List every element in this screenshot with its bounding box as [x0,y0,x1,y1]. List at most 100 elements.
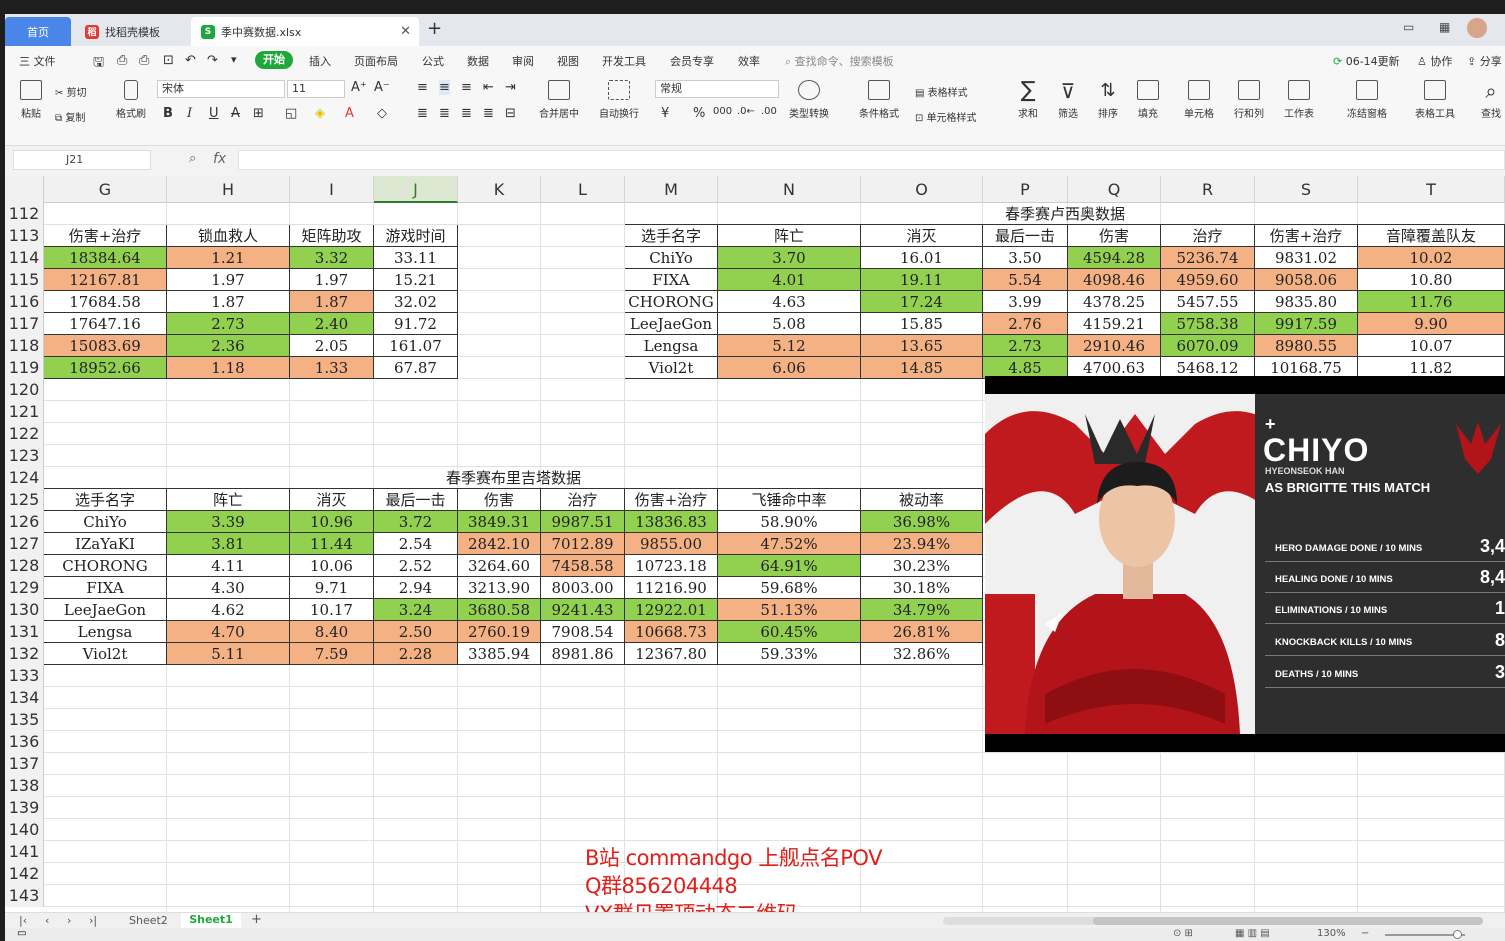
menu-data[interactable]: 数据 [467,53,489,69]
column-header-O[interactable]: O [861,176,983,203]
align-center-icon[interactable]: ≣ [439,106,450,121]
table3-cell[interactable]: 5.11 [167,643,290,665]
column-header-T[interactable]: T [1358,176,1505,203]
table3-cell[interactable]: 60.45% [718,621,861,643]
row-header-122[interactable]: 122 [5,423,44,445]
thousands-icon[interactable]: 000 [713,106,732,117]
table1-cell[interactable]: 67.87 [374,357,458,379]
type-convert-button[interactable]: 类型转换 [783,80,835,120]
strikethrough-icon[interactable]: A [231,106,240,121]
table2-cell[interactable]: 11.76 [1358,291,1505,313]
table2-cell[interactable]: 4098.46 [1068,269,1161,291]
table3-cell[interactable]: 7458.58 [541,555,625,577]
italic-icon[interactable]: I [187,106,192,121]
table3-cell[interactable]: 9.71 [290,577,374,599]
align-right-icon[interactable]: ≣ [461,106,472,121]
table2-header-cell[interactable]: 阵亡 [718,225,861,247]
table3-cell[interactable]: 2.50 [374,621,458,643]
row-header-118[interactable]: 118 [5,335,44,357]
table3-cell[interactable]: 9241.43 [541,599,625,621]
table3-cell[interactable]: FIXA [44,577,167,599]
table3-cell[interactable]: 3264.60 [458,555,541,577]
close-tab-icon[interactable]: ✕ [400,24,411,39]
align-top-icon[interactable]: ≡ [417,80,428,95]
row-header-138[interactable]: 138 [5,775,44,797]
tab-home[interactable]: 首页 [5,17,71,46]
tab-file[interactable]: S 季中赛数据.xlsx ✕ [191,17,419,46]
table3-cell[interactable]: CHORONG [44,555,167,577]
row-header-120[interactable]: 120 [5,379,44,401]
table1-cell[interactable]: 15.21 [374,269,458,291]
table1-header-cell[interactable]: 游戏时间 [374,225,458,247]
table1-cell[interactable]: 32.02 [374,291,458,313]
zoom-out-icon[interactable]: − [1361,928,1369,939]
save-icon[interactable]: 🖫 [93,53,104,75]
underline-icon[interactable]: U [209,106,219,121]
row-header-141[interactable]: 141 [5,841,44,863]
select-all-corner[interactable] [5,176,44,203]
window-layout-icon[interactable]: ▭ [1403,20,1414,34]
quick-access-dropdown-icon[interactable]: ▾ [231,53,237,66]
table2-header-cell[interactable]: 消灭 [861,225,983,247]
table3-cell[interactable]: 2.54 [374,533,458,555]
table1-cell[interactable]: 2.40 [290,313,374,335]
row-header-128[interactable]: 128 [5,555,44,577]
table2-cell[interactable]: 5236.74 [1161,247,1255,269]
number-format-select[interactable]: 常规 [655,80,779,98]
table2-cell[interactable]: 10.02 [1358,247,1505,269]
table3-cell[interactable]: 2.52 [374,555,458,577]
table3-header-cell[interactable]: 消灭 [290,489,374,511]
zoom-level[interactable]: 130% [1317,928,1346,939]
percent-icon[interactable]: % [693,106,705,121]
table3-cell[interactable]: 7908.54 [541,621,625,643]
grid-view-icon[interactable]: ▦ [1439,20,1450,34]
table2-cell[interactable]: 9835.80 [1255,291,1358,313]
row-header-126[interactable]: 126 [5,511,44,533]
table2-cell[interactable]: 15.85 [861,313,983,335]
table3-cell[interactable]: ChiYo [44,511,167,533]
table3-cell[interactable]: 8981.86 [541,643,625,665]
table1-cell[interactable]: 12167.81 [44,269,167,291]
conditional-format-button[interactable]: 条件格式 [853,80,905,120]
menu-view[interactable]: 视图 [557,53,579,69]
table2-header-cell[interactable]: 音障覆盖队友 [1358,225,1505,247]
filter-button[interactable]: ⊽ 筛选 [1051,80,1085,120]
table1-cell[interactable]: 1.97 [290,269,374,291]
tab-template[interactable]: 稻 找稻壳模板 [75,17,187,46]
table3-cell[interactable]: 9987.51 [541,511,625,533]
menu-member[interactable]: 会员专享 [670,53,714,69]
table2-cell[interactable]: 4378.25 [1068,291,1161,313]
table2-cell[interactable]: 5.08 [718,313,861,335]
font-name-select[interactable]: 宋体 [157,80,285,98]
table1-cell[interactable]: 1.33 [290,357,374,379]
row-header-142[interactable]: 142 [5,863,44,885]
table3-cell[interactable]: 51.13% [718,599,861,621]
row-header-124[interactable]: 124 [5,467,44,489]
column-header-J[interactable]: J [374,176,458,203]
table1-cell[interactable]: 1.87 [167,291,290,313]
row-header-121[interactable]: 121 [5,401,44,423]
row-header-117[interactable]: 117 [5,313,44,335]
table-style-button[interactable]: ▤ 表格样式 [915,84,968,99]
worksheet-button[interactable]: 工作表 [1277,80,1321,120]
table1-cell[interactable]: 2.36 [167,335,290,357]
table2-cell[interactable]: 2910.46 [1068,335,1161,357]
row-header-132[interactable]: 132 [5,643,44,665]
table3-cell[interactable]: 3849.31 [458,511,541,533]
zoom-slider-thumb[interactable] [1453,930,1462,939]
table1-cell[interactable]: 1.87 [290,291,374,313]
table2-cell[interactable]: 3.99 [983,291,1068,313]
indent-increase-icon[interactable]: ⇥ [505,80,516,95]
table3-cell[interactable]: 10.17 [290,599,374,621]
font-color-icon[interactable]: A [345,106,354,121]
table1-header-cell[interactable]: 矩阵助攻 [290,225,374,247]
table2-cell[interactable]: 4.01 [718,269,861,291]
first-sheet-icon[interactable]: |‹ [19,914,27,927]
table3-header-cell[interactable]: 阵亡 [167,489,290,511]
row-header-133[interactable]: 133 [5,665,44,687]
table3-cell[interactable]: 11.44 [290,533,374,555]
next-sheet-icon[interactable]: › [67,914,71,927]
table3-cell[interactable]: 3.39 [167,511,290,533]
last-sheet-icon[interactable]: ›| [89,914,97,927]
table3-cell[interactable]: 11216.90 [625,577,718,599]
